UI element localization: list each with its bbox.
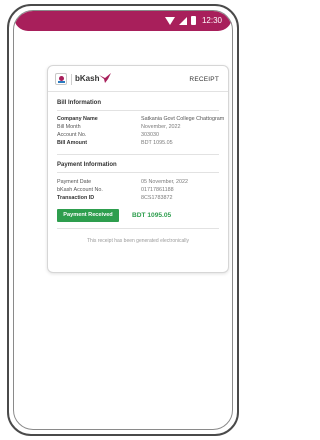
- payment-received-badge: Payment Received: [57, 209, 119, 222]
- row-label: Bill Amount: [57, 140, 88, 146]
- bill-info-title: Bill Information: [57, 100, 101, 106]
- bill-row-company: Company Name Satkania Govt College Chatt…: [57, 116, 224, 124]
- row-value: November, 2022: [141, 124, 181, 130]
- bill-row-amount: Bill Amount BDT 1095.05: [57, 140, 219, 148]
- status-time: 12:30: [201, 16, 222, 25]
- bill-row-account: Account No. 303030: [57, 132, 219, 140]
- divider: [57, 154, 219, 155]
- row-label: Payment Date: [57, 179, 92, 185]
- row-label: bKash Account No.: [57, 187, 103, 193]
- row-value: 01717861188: [141, 187, 174, 193]
- footer-note: This receipt has been generated electron…: [86, 238, 189, 244]
- logo-divider: [71, 74, 72, 85]
- bill-row-month: Bill Month November, 2022: [57, 124, 219, 132]
- battery-icon: [190, 16, 196, 25]
- divider: [57, 172, 219, 173]
- payment-row-account: bKash Account No. 01717861188: [57, 187, 219, 195]
- row-label: Transaction ID: [57, 195, 95, 201]
- phone-frame: 12:30 bKash RECEIPT Bill Information Com…: [7, 4, 239, 436]
- signal-icon: [178, 16, 187, 25]
- row-value: Satkania Govt College Chattogram: [141, 116, 225, 122]
- status-bar: 12:30: [14, 11, 232, 31]
- row-value: BDT 1095.05: [141, 140, 173, 146]
- wifi-icon: [164, 16, 175, 25]
- receipt-label: RECEIPT: [189, 76, 219, 83]
- merchant-logo-icon: [55, 73, 67, 85]
- row-label: Company Name: [57, 116, 98, 122]
- row-label: Account No.: [57, 132, 87, 138]
- receipt-header: bKash RECEIPT: [48, 66, 228, 92]
- payment-row-transaction: Transaction ID 8CS1783872: [57, 195, 219, 203]
- bkash-logo-text: bKash: [75, 74, 100, 83]
- row-label: Bill Month: [57, 124, 81, 130]
- payment-info-title: Payment Information: [57, 162, 117, 168]
- bkash-bird-icon: [99, 73, 111, 83]
- status-icons: 12:30: [164, 16, 222, 25]
- payment-row-date: Payment Date 05 November, 2022: [57, 179, 219, 187]
- paid-amount: BDT 1095.05: [132, 212, 172, 219]
- row-value: 303030: [141, 132, 159, 138]
- divider: [57, 110, 219, 111]
- row-value: 05 November, 2022: [141, 179, 189, 185]
- row-value: 8CS1783872: [141, 195, 173, 201]
- phone-screen: 12:30 bKash RECEIPT Bill Information Com…: [13, 10, 233, 430]
- divider: [57, 228, 219, 229]
- receipt-card: bKash RECEIPT Bill Information Company N…: [47, 65, 229, 273]
